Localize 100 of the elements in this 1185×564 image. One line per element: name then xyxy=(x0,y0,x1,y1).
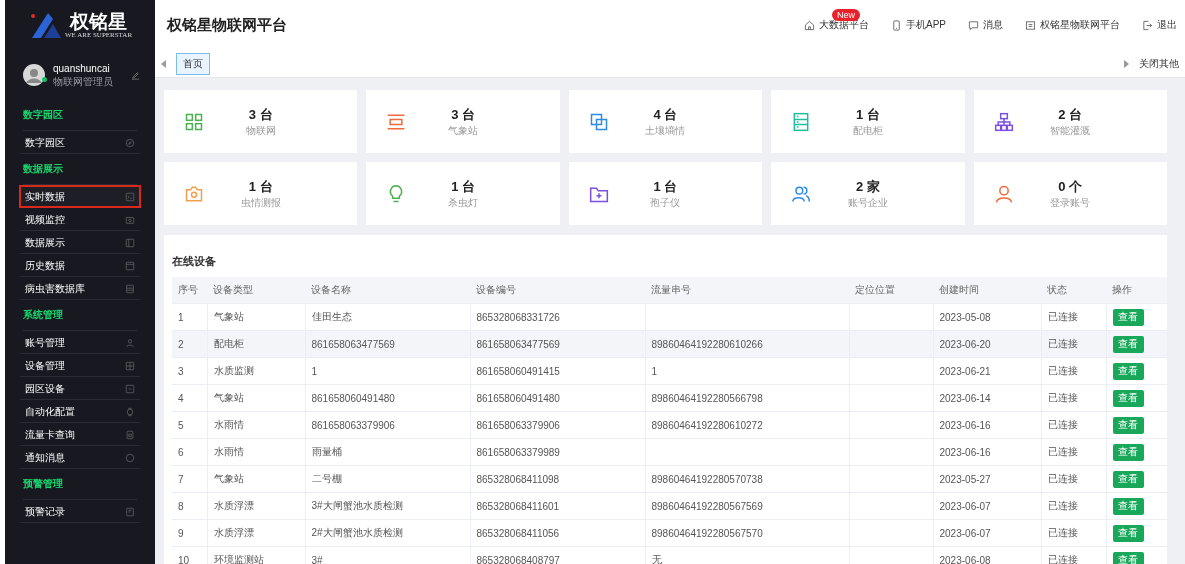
table-cell: 无 xyxy=(645,546,849,564)
table-cell: 环境监测站 xyxy=(207,546,305,564)
avatar[interactable] xyxy=(23,64,45,86)
table-cell: 雨量桶 xyxy=(305,438,470,466)
table-cell: 气象站 xyxy=(207,384,305,412)
column-header: 设备编号 xyxy=(470,277,645,304)
table-cell: 861658063477569 xyxy=(305,330,470,358)
menu-item[interactable]: 流量卡查询 xyxy=(19,423,141,446)
table-cell: 865328068331726 xyxy=(470,303,645,331)
scroll-left-icon[interactable] xyxy=(161,59,166,68)
page-title: 权铭星物联网平台 xyxy=(167,15,288,35)
tab[interactable]: 首页 xyxy=(176,52,210,75)
stat-label: 物联网 xyxy=(245,123,276,138)
table-cell: 89860464192280570738 xyxy=(645,465,849,493)
menu-item[interactable]: 历史数据 xyxy=(19,254,141,277)
stat-label: 虫情测报 xyxy=(240,195,281,210)
table-cell: 4 xyxy=(172,384,207,412)
scroll-right-icon[interactable] xyxy=(1124,59,1129,68)
menu-item[interactable]: 数字园区 xyxy=(19,131,141,154)
table-cell: 2023-06-07 xyxy=(933,519,1041,547)
menu-item[interactable]: 园区设备 xyxy=(19,377,141,400)
table-cell: 3 xyxy=(172,357,207,385)
table-cell: 已连接 xyxy=(1041,492,1106,520)
table-cell: 佳田生态 xyxy=(305,303,470,331)
stat-value: 3 台 xyxy=(451,105,475,124)
table-cell: 6 xyxy=(172,438,207,466)
nav-link[interactable]: 退出 xyxy=(1142,18,1177,32)
table-cell: 2023-06-07 xyxy=(933,492,1041,520)
table-cell: 已连接 xyxy=(1041,546,1106,564)
stat-label: 配电柜 xyxy=(852,123,883,138)
column-header: 操作 xyxy=(1106,277,1167,304)
table-cell: 已连接 xyxy=(1041,303,1106,331)
table-cell: 861658063477569 xyxy=(470,330,645,358)
menu-item[interactable]: 实时数据 xyxy=(19,185,141,208)
stat-label: 账号企业 xyxy=(847,195,888,210)
stat-value: 0 个 xyxy=(1058,177,1083,196)
table-cell: 861658063379906 xyxy=(305,411,470,439)
logo-text: 权铭星 xyxy=(70,11,127,31)
menu-item[interactable]: 设备管理 xyxy=(19,354,141,377)
table-cell: 配电柜 xyxy=(207,330,305,358)
table-cell: 2023-06-14 xyxy=(933,384,1041,412)
table-cell: 2023-06-21 xyxy=(933,357,1041,385)
table-cell: 89860464192280567569 xyxy=(645,492,849,520)
user-icon xyxy=(125,338,135,348)
compass-icon xyxy=(125,138,135,148)
panel-icon xyxy=(125,238,135,248)
table-cell: 水雨情 xyxy=(207,438,305,466)
table-cell: 865328068408797 xyxy=(470,546,645,564)
table-cell: 2023-06-08 xyxy=(933,546,1041,564)
table-cell: 已连接 xyxy=(1041,357,1106,385)
table-cell: 1 xyxy=(172,303,207,331)
close-others-link[interactable]: 关闭其他 xyxy=(1139,56,1179,71)
menu-section-title: 预警管理 xyxy=(23,469,137,500)
table-cell: 二号棚 xyxy=(305,465,470,493)
menu-section-title: 系统管理 xyxy=(23,300,137,331)
table-cell: 已连接 xyxy=(1041,411,1106,439)
nav-link[interactable]: 手机APP xyxy=(891,18,946,32)
column-header: 创建时间 xyxy=(933,277,1041,304)
menu-section-title: 数字园区 xyxy=(23,100,137,131)
stat-label: 土壤墒情 xyxy=(645,123,686,138)
camera-icon xyxy=(125,215,135,225)
user-role: 物联网管理员 xyxy=(53,74,114,89)
table-cell: 1 xyxy=(645,357,849,385)
stat-value: 3 台 xyxy=(248,105,273,124)
table-cell: 2023-06-16 xyxy=(933,438,1041,466)
menu-item[interactable]: 通知消息 xyxy=(19,446,141,469)
table-cell: 2 xyxy=(172,330,207,358)
table-cell: 已连接 xyxy=(1041,519,1106,547)
exit-icon xyxy=(1142,19,1153,31)
table-cell: 861658063379906 xyxy=(470,411,645,439)
column-header: 流量串号 xyxy=(645,277,849,304)
nav-link[interactable]: 权铭星物联网平台 xyxy=(1025,18,1120,32)
home-icon xyxy=(804,19,815,31)
table-cell: 2023-05-08 xyxy=(933,303,1041,331)
window-icon xyxy=(1025,19,1036,31)
menu-item[interactable]: 预警记录 xyxy=(19,500,141,523)
nav-link[interactable]: 消息 xyxy=(968,18,1003,32)
table-cell: 已连接 xyxy=(1041,330,1106,358)
stat-value: 1 台 xyxy=(855,105,880,124)
table-cell: 861658060491415 xyxy=(470,357,645,385)
table-cell: 8 xyxy=(172,492,207,520)
phone-icon xyxy=(891,19,902,31)
menu-item[interactable]: 视频监控 xyxy=(19,208,141,231)
menu-item[interactable]: 数据展示 xyxy=(19,231,141,254)
table-cell: 10 xyxy=(172,546,207,564)
table-cell: 89860464192280610266 xyxy=(645,330,849,358)
stat-label: 登录账号 xyxy=(1050,195,1091,210)
table-cell: 3# xyxy=(305,546,470,564)
menu-item[interactable]: 病虫害数据库 xyxy=(19,277,141,300)
table-cell: 2023-06-20 xyxy=(933,330,1041,358)
document-icon xyxy=(125,507,135,517)
section-title: 在线设备 xyxy=(172,254,217,269)
panel-icon xyxy=(125,261,135,271)
column-header: 设备名称 xyxy=(305,277,470,304)
stat-label: 气象站 xyxy=(448,123,479,138)
table-cell: 水质浮漂 xyxy=(207,492,305,520)
menu-item[interactable]: 自动化配置 xyxy=(19,400,141,423)
list-icon xyxy=(125,284,135,294)
menu-item[interactable]: 账号管理 xyxy=(19,331,141,354)
table-cell: 气象站 xyxy=(207,303,305,331)
